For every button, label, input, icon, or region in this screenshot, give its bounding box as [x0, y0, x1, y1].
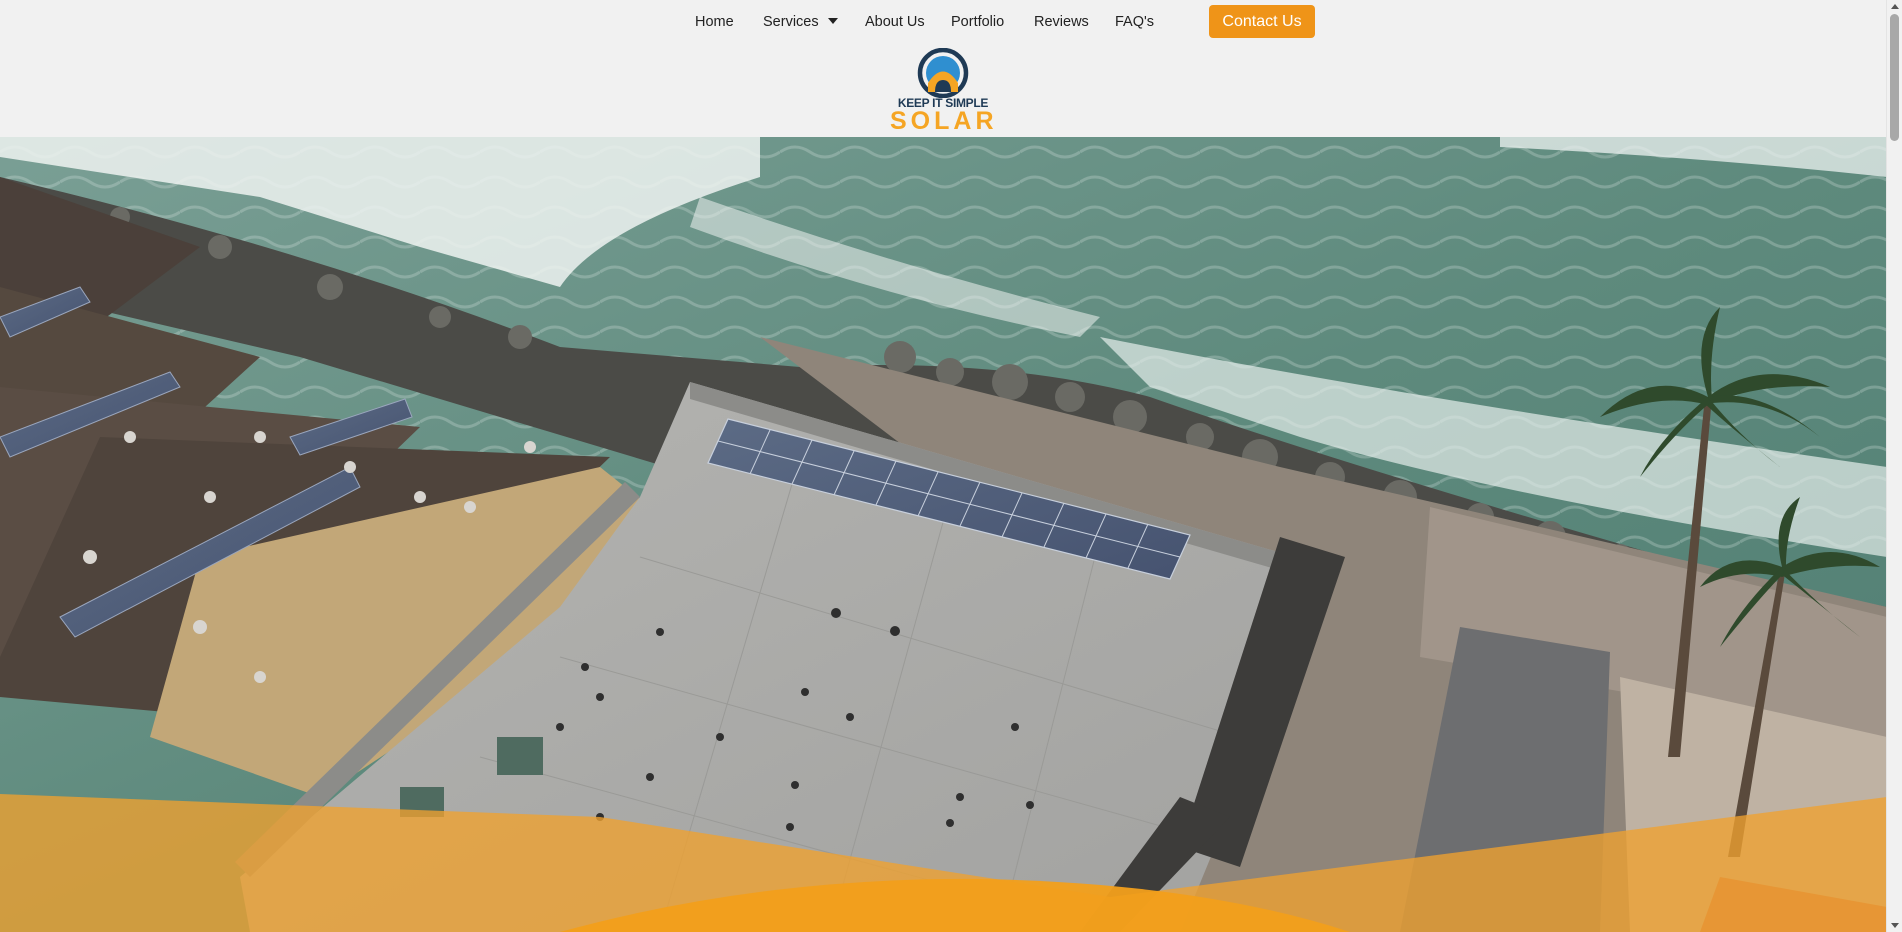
hero-aerial-image: [0, 137, 1887, 932]
nav-faqs[interactable]: FAQ's: [1115, 14, 1154, 30]
arrow-up-icon[interactable]: [1891, 4, 1899, 9]
site-header: Home Services About Us Portfolio Reviews…: [0, 0, 1887, 137]
page-scrollbar[interactable]: [1886, 0, 1902, 932]
main-nav: Home Services About Us Portfolio Reviews…: [0, 0, 1887, 44]
caret-down-icon: [827, 18, 838, 24]
nav-about[interactable]: About Us: [865, 14, 925, 30]
page: Home Services About Us Portfolio Reviews…: [0, 0, 1887, 932]
site-logo[interactable]: KEEP IT SIMPLE SOLAR: [890, 48, 998, 135]
contact-us-button[interactable]: Contact Us: [1209, 5, 1315, 38]
arrow-down-icon[interactable]: [1891, 923, 1899, 928]
logo-text-bottom: SOLAR: [890, 107, 998, 135]
nav-services[interactable]: Services: [763, 14, 838, 30]
nav-home[interactable]: Home: [695, 14, 734, 30]
nav-reviews[interactable]: Reviews: [1034, 14, 1089, 30]
nav-portfolio[interactable]: Portfolio: [951, 14, 1004, 30]
scrollbar-thumb[interactable]: [1890, 14, 1899, 141]
nav-services-label: Services: [763, 14, 819, 30]
sun-logo-icon: [917, 48, 969, 98]
hero-video: [0, 137, 1887, 932]
